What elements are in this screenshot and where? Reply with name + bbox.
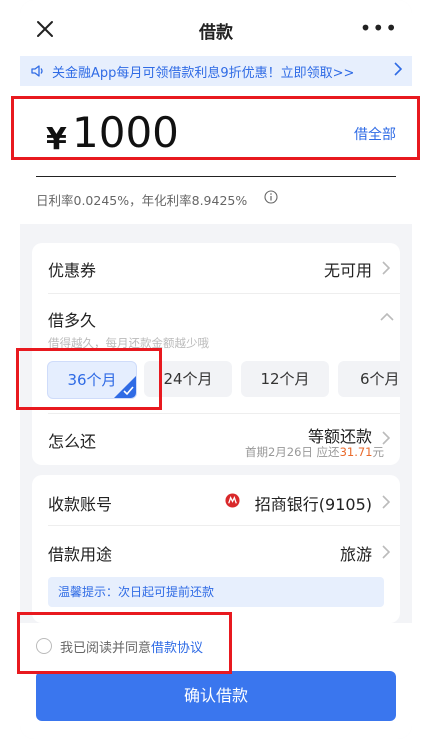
amount-divider: [36, 176, 396, 177]
confirm-loan-button[interactable]: 确认借款: [36, 671, 396, 721]
chevron-right-icon: [382, 261, 390, 275]
purpose-value: 旅游: [339, 545, 372, 564]
highlight-box-amount: [11, 96, 420, 160]
chevron-up-icon: [380, 313, 394, 321]
term-option-label: 24个月: [163, 370, 213, 388]
row-divider: [48, 413, 400, 414]
chevron-right-icon: [382, 431, 390, 445]
repay-schedule-text: 首期2月26日 应还31.71元: [244, 445, 384, 459]
term-option-label: 6个月: [360, 370, 400, 388]
chevron-right-icon: [382, 495, 390, 509]
purpose-label: 借款用途: [48, 545, 113, 564]
coupon-value: 无可用: [323, 261, 372, 280]
chevron-right-icon: [382, 545, 390, 559]
first-payment-amount: 31.71: [339, 445, 373, 459]
bank-logo-icon: [225, 493, 240, 508]
term-option-6[interactable]: 6个月: [338, 361, 400, 397]
term-label: 借多久: [48, 311, 97, 330]
term-option-label: 12个月: [260, 370, 310, 388]
highlight-box-agreement: [17, 612, 232, 674]
term-option-12[interactable]: 12个月: [241, 361, 329, 397]
tip-banner: 温馨提示：次日起可提前还款: [48, 577, 384, 607]
coupon-label: 优惠券: [48, 261, 97, 280]
account-value: 招商银行(9105): [254, 495, 372, 514]
promo-banner[interactable]: 关金融App每月可领借款利息9折优惠！立即领取>>: [20, 56, 412, 86]
speaker-icon: [31, 65, 43, 77]
page-title: 借款: [199, 23, 233, 43]
row-divider: [48, 525, 400, 526]
row-divider: [48, 293, 400, 294]
nav-header: 借款 •••: [20, 0, 412, 56]
more-icon[interactable]: •••: [360, 16, 398, 40]
account-card: 收款账号 招商银行(9105) 借款用途 旅游 温馨提示：次日起可提前还款: [32, 475, 400, 623]
chevron-right-icon: [394, 62, 402, 76]
promo-text: 关金融App每月可领借款利息9折优惠！立即领取>>: [52, 66, 355, 81]
highlight-box-term: [16, 348, 162, 410]
info-icon[interactable]: [264, 190, 278, 204]
account-label: 收款账号: [48, 495, 113, 514]
interest-rate-text: 日利率0.0245%，年化利率8.9425%: [36, 193, 248, 208]
repay-label: 怎么还: [48, 432, 97, 451]
